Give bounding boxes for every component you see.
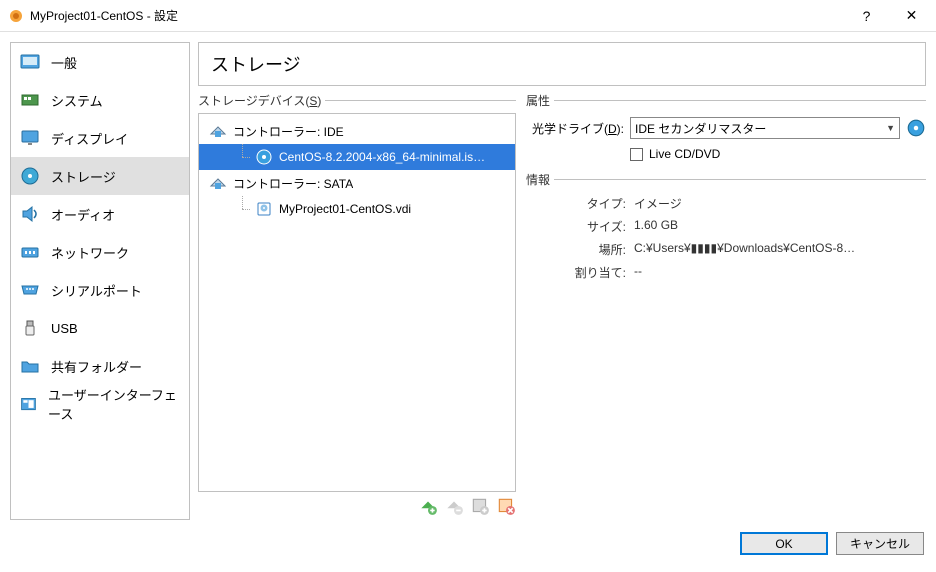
settings-sidebar: 一般 システム ディスプレイ ストレージ オーディオ ネットワーク シリアルポー… (10, 42, 190, 520)
storage-tree: コントローラー: IDE CentOS-8.2.2004-x86_64-mini… (198, 113, 516, 492)
controller-icon (209, 174, 227, 192)
sidebar-item-display[interactable]: ディスプレイ (11, 119, 189, 157)
usb-icon (19, 317, 41, 339)
live-cd-checkbox[interactable] (630, 148, 643, 161)
app-icon (8, 8, 24, 24)
sidebar-item-network[interactable]: ネットワーク (11, 233, 189, 271)
attrs-group-label: 属性 (526, 92, 926, 109)
sidebar-item-label: 共有フォルダー (51, 357, 142, 376)
cancel-button[interactable]: キャンセル (836, 532, 924, 555)
sidebar-item-general[interactable]: 一般 (11, 43, 189, 81)
general-icon (19, 51, 41, 73)
info-key-size: サイズ: (526, 218, 626, 235)
sidebar-item-label: ディスプレイ (51, 129, 128, 148)
info-row: タイプ: イメージ (526, 195, 926, 212)
remove-attachment-button[interactable] (496, 496, 516, 516)
info-group-label: 情報 (526, 171, 926, 188)
audio-icon (19, 203, 41, 225)
ok-button[interactable]: OK (740, 532, 828, 555)
tree-label: コントローラー: SATA (233, 175, 353, 192)
sidebar-item-label: システム (51, 91, 103, 110)
help-icon: ? (863, 8, 871, 24)
add-controller-button[interactable] (418, 496, 438, 516)
tree-connector (237, 196, 249, 222)
info-key-location: 場所: (526, 241, 626, 258)
sidebar-item-shared[interactable]: 共有フォルダー (11, 347, 189, 385)
sidebar-item-label: ユーザーインターフェース (48, 385, 181, 423)
choose-disk-button[interactable] (906, 118, 926, 138)
storage-icon (19, 165, 41, 187)
live-cd-label: Live CD/DVD (649, 147, 720, 161)
info-key-assign: 割り当て: (526, 264, 626, 281)
close-button[interactable]: ✕ (889, 1, 934, 31)
sidebar-item-serial[interactable]: シリアルポート (11, 271, 189, 309)
sidebar-item-label: ネットワーク (51, 243, 129, 262)
info-val-assign: -- (626, 264, 926, 281)
page-title: ストレージ (198, 42, 926, 86)
sidebar-item-label: 一般 (51, 53, 77, 72)
controller-ide[interactable]: コントローラー: IDE (199, 118, 515, 144)
sidebar-item-label: ストレージ (51, 167, 116, 186)
info-val-type: イメージ (626, 195, 926, 212)
info-val-size: 1.60 GB (626, 218, 926, 235)
network-icon (19, 241, 41, 263)
serial-icon (19, 279, 41, 301)
tree-label: コントローラー: IDE (233, 123, 344, 140)
shared-folder-icon (19, 355, 41, 377)
sidebar-item-storage[interactable]: ストレージ (11, 157, 189, 195)
disc-icon (255, 148, 273, 166)
display-icon (19, 127, 41, 149)
sidebar-item-system[interactable]: システム (11, 81, 189, 119)
sidebar-item-label: シリアルポート (51, 281, 142, 300)
tree-toolbar (198, 492, 516, 520)
vdi-disk[interactable]: MyProject01-CentOS.vdi (199, 196, 515, 222)
sidebar-item-label: USB (51, 321, 78, 336)
dialog-buttons: OK キャンセル (0, 530, 936, 563)
tree-label: MyProject01-CentOS.vdi (279, 202, 411, 216)
controller-icon (209, 122, 227, 140)
system-icon (19, 89, 41, 111)
optical-drive-label: 光学ドライブ(D): (526, 120, 624, 137)
help-button[interactable]: ? (844, 1, 889, 31)
devices-group-label: ストレージデバイス(S) (198, 92, 516, 109)
sidebar-item-ui[interactable]: ユーザーインターフェース (11, 385, 189, 423)
info-row: 割り当て: -- (526, 264, 926, 281)
remove-controller-button[interactable] (444, 496, 464, 516)
sidebar-item-usb[interactable]: USB (11, 309, 189, 347)
optical-drive-select[interactable]: IDE セカンダリマスター ▼ (630, 117, 900, 139)
tree-label: CentOS-8.2.2004-x86_64-minimal.is… (279, 150, 485, 164)
sidebar-item-audio[interactable]: オーディオ (11, 195, 189, 233)
add-attachment-button[interactable] (470, 496, 490, 516)
window-title: MyProject01-CentOS - 設定 (30, 7, 844, 24)
titlebar: MyProject01-CentOS - 設定 ? ✕ (0, 0, 936, 32)
chevron-down-icon: ▼ (886, 123, 895, 133)
tree-connector (237, 144, 249, 170)
close-icon: ✕ (906, 7, 918, 24)
controller-sata[interactable]: コントローラー: SATA (199, 170, 515, 196)
iso-disc[interactable]: CentOS-8.2.2004-x86_64-minimal.is… (199, 144, 515, 170)
info-row: 場所: C:¥Users¥▮▮▮▮¥Downloads¥CentOS-8… (526, 241, 926, 258)
info-val-location: C:¥Users¥▮▮▮▮¥Downloads¥CentOS-8… (626, 241, 926, 258)
info-row: サイズ: 1.60 GB (526, 218, 926, 235)
info-key-type: タイプ: (526, 195, 626, 212)
harddisk-icon (255, 200, 273, 218)
ui-icon (19, 393, 38, 415)
sidebar-item-label: オーディオ (51, 205, 115, 224)
select-value: IDE セカンダリマスター (635, 120, 766, 137)
